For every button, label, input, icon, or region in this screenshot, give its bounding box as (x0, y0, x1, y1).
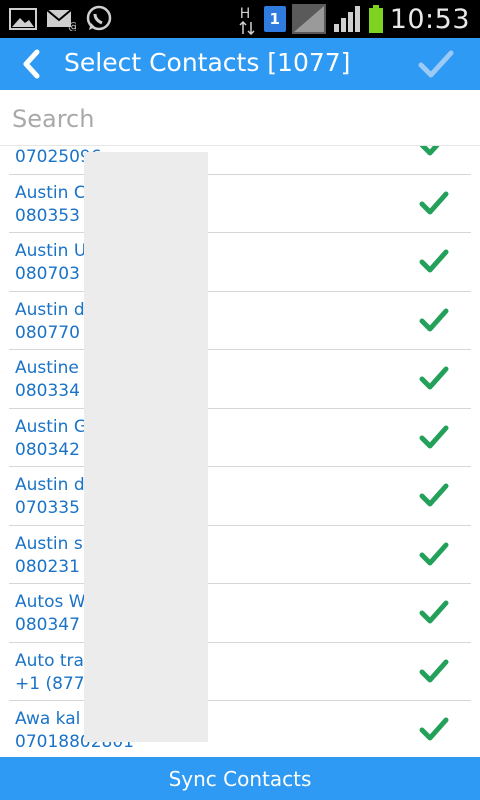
selected-check-icon[interactable] (419, 306, 449, 334)
contact-name: Auto tra (15, 650, 84, 671)
contact-row[interactable]: Awa kal 07018802801 (9, 701, 471, 756)
selected-check-icon[interactable] (419, 540, 449, 568)
battery-icon (368, 4, 384, 34)
chevron-left-icon (23, 49, 40, 79)
contact-name: Austin C (15, 182, 86, 203)
selected-check-icon[interactable] (419, 598, 449, 626)
selected-check-icon[interactable] (419, 189, 449, 217)
data-transfer-icon: H (238, 4, 258, 35)
app-header: Select Contacts [1077] (0, 38, 480, 90)
contact-row[interactable]: Austin U 080703 (9, 233, 471, 292)
contact-phone: 080334 (15, 381, 80, 401)
selected-check-icon[interactable] (419, 146, 449, 158)
contact-row[interactable]: Austin d 080770 (9, 292, 471, 350)
contact-row[interactable]: 07025096... (9, 146, 471, 175)
contact-row[interactable]: Austin G 080342 (9, 409, 471, 467)
status-bar: @ H 1 10:53 (0, 0, 480, 38)
sync-contacts-button[interactable]: Sync Contacts (0, 757, 480, 800)
contact-name: Austin d (15, 299, 85, 320)
contact-row[interactable]: Austin d 070335 (9, 467, 471, 526)
selected-check-icon[interactable] (419, 715, 449, 743)
selected-check-icon[interactable] (419, 423, 449, 451)
sync-contacts-label: Sync Contacts (168, 766, 312, 791)
contact-name: Austine (15, 358, 79, 378)
redaction-overlay (84, 152, 208, 742)
contact-phone: 080353 (15, 205, 80, 226)
contact-phone: 080342 (15, 439, 80, 460)
search-input[interactable] (12, 98, 468, 140)
contact-phone: 080703 (15, 264, 80, 284)
sim-number: 1 (269, 10, 280, 28)
search-bar (0, 90, 480, 146)
selected-check-icon[interactable] (419, 364, 449, 392)
selected-check-icon[interactable] (419, 247, 449, 275)
clock: 10:53 (389, 3, 470, 35)
contact-phone: +1 (877) (15, 673, 92, 694)
selected-check-icon[interactable] (419, 657, 449, 685)
contact-row[interactable]: Auto tra +1 (877) (9, 643, 471, 701)
signal-strength-icon (332, 4, 362, 34)
contact-phone: 080231 (15, 556, 80, 577)
email-icon: @ (46, 4, 76, 34)
sim-icon: 1 (263, 6, 286, 32)
contact-name: Austin d (15, 475, 85, 495)
contact-list[interactable]: 07025096... Austin C 080353 Austin U 080703 A… (0, 146, 480, 756)
signal-icon (291, 4, 326, 34)
contact-phone: 070335 (15, 498, 80, 518)
contact-row[interactable]: Austin C 080353 (9, 175, 471, 233)
svg-text:@: @ (68, 20, 76, 31)
contact-name: Autos W (15, 592, 86, 612)
confirm-button[interactable] (416, 44, 456, 84)
contact-name: Austin s (15, 533, 83, 554)
checkmark-icon (418, 50, 454, 78)
contact-name: Austin G (15, 416, 88, 437)
contact-phone: 080347 (15, 615, 80, 635)
back-button[interactable] (12, 46, 52, 82)
contact-row[interactable]: Autos W 080347 (9, 584, 471, 643)
page-title: Select Contacts [1077] (64, 48, 351, 77)
network-type-label: H (239, 6, 251, 22)
contact-row[interactable]: Austine 080334 (9, 350, 471, 409)
gallery-icon (8, 4, 38, 34)
contact-row[interactable]: Austin s 080231 (9, 526, 471, 584)
contact-name: Austin U (15, 241, 87, 261)
contact-name: Awa kal (15, 709, 81, 729)
contact-phone: 080770 (15, 322, 80, 343)
whatsapp-icon (84, 4, 114, 34)
selected-check-icon[interactable] (419, 481, 449, 509)
